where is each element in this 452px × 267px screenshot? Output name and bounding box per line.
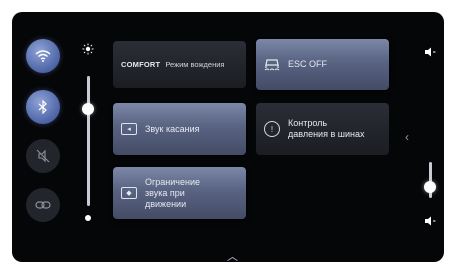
sun-small-icon	[85, 215, 91, 221]
tire-pressure-label: Контроль давления в шинах	[288, 118, 365, 139]
bottom-handle-chevron-icon[interactable]: ︿	[227, 248, 238, 262]
brightness-slider-track[interactable]	[87, 76, 90, 206]
side-chevron-icon[interactable]: ‹	[405, 130, 409, 144]
touch-sound-tile[interactable]: ◂ Звук касания	[113, 103, 246, 155]
volume-slider-knob[interactable]	[424, 181, 436, 194]
touch-sound-icon: ◂	[121, 123, 137, 135]
volume-icon	[424, 44, 436, 62]
speed-volume-label: Ограничение звука при движении	[145, 176, 200, 209]
bluetooth-icon	[38, 100, 47, 114]
brightness-slider-knob[interactable]	[82, 102, 94, 115]
mute-icon	[36, 149, 50, 163]
wifi-toggle[interactable]	[26, 39, 60, 73]
esc-off-label: ESC OFF	[288, 59, 328, 69]
tire-pressure-icon: !	[264, 121, 280, 137]
link-icon	[35, 201, 51, 209]
tire-pressure-tile[interactable]: ! Контроль давления в шинах	[256, 103, 389, 155]
esc-car-icon	[264, 58, 280, 72]
control-center-screen: COMFORT Режим вождения ESC OFF ◂ Звук ка…	[12, 12, 444, 262]
wifi-icon	[35, 50, 51, 62]
driving-mode-value: COMFORT	[121, 60, 161, 69]
sun-icon	[82, 42, 94, 55]
speed-volume-icon: ◆	[121, 187, 137, 199]
driving-mode-tile[interactable]: COMFORT Режим вождения	[113, 41, 246, 88]
volume-low-icon	[424, 213, 436, 231]
esc-off-tile[interactable]: ESC OFF	[256, 39, 389, 90]
bluetooth-toggle[interactable]	[26, 90, 60, 124]
driving-mode-label: Режим вождения	[165, 60, 225, 69]
speed-volume-limit-tile[interactable]: ◆ Ограничение звука при движении	[113, 167, 246, 219]
link-toggle[interactable]	[26, 188, 60, 222]
mute-toggle[interactable]	[26, 139, 60, 173]
touch-sound-label: Звук касания	[145, 123, 200, 134]
